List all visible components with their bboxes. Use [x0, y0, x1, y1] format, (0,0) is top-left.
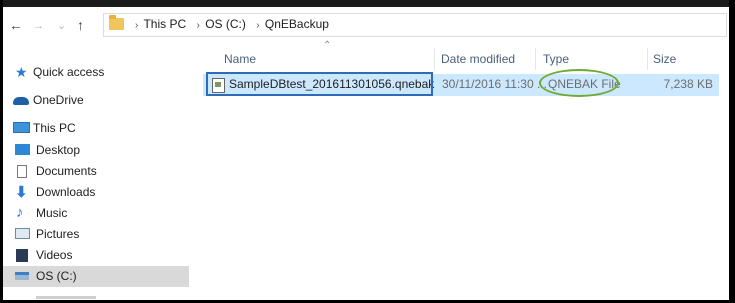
sidebar-item-label: Documents [36, 164, 97, 178]
navigation-pane: ★ Quick access OneDrive This PC Desktop … [3, 48, 189, 300]
video-icon [16, 249, 28, 262]
column-header-size[interactable]: Size [653, 52, 676, 66]
sidebar-item-label: Pictures [36, 227, 80, 241]
file-list: ⌃ Name Date modified Type Size SampleDBt… [203, 40, 729, 300]
sidebar-item-videos[interactable]: Videos [3, 245, 189, 266]
sidebar-item-label: OS (C:) [36, 269, 77, 283]
download-arrow-icon: ⬇ [15, 184, 28, 201]
up-arrow-icon[interactable]: ↑ [77, 16, 84, 34]
breadcrumb-item[interactable]: OS (C:) [205, 17, 246, 31]
sidebar-item-label: Quick access [33, 65, 105, 79]
file-date: 30/11/2016 11:30 ... [442, 77, 547, 91]
file-size: 7,238 KB [663, 77, 713, 91]
pictures-icon [15, 228, 30, 239]
sidebar-item-label: Desktop [36, 143, 81, 157]
chevron-right-icon: › [196, 20, 200, 31]
chevron-right-icon: › [135, 20, 139, 31]
sidebar-item-this-pc[interactable]: This PC [3, 118, 189, 139]
column-divider[interactable] [647, 48, 648, 70]
drive-icon [15, 272, 29, 280]
sidebar-item-onedrive[interactable]: OneDrive [3, 90, 189, 111]
table-row[interactable]: SampleDBtest_201611301056.qnebak 30/11/2… [203, 69, 719, 97]
sidebar-item-desktop[interactable]: Desktop [3, 140, 189, 161]
sidebar-item-os-c[interactable]: OS (C:) [3, 266, 189, 287]
computer-icon [13, 122, 30, 133]
sidebar-item-documents[interactable]: Documents [3, 161, 189, 182]
breadcrumb: › This PC › OS (C:) › QnEBackup [130, 17, 331, 31]
breadcrumb-item[interactable]: QnEBackup [265, 17, 329, 31]
sidebar-item-music[interactable]: ♪ Music [3, 203, 189, 224]
chevron-right-icon: › [256, 20, 260, 31]
folder-icon [109, 15, 124, 30]
highlight-box [206, 72, 433, 96]
back-arrow-icon[interactable]: ← [9, 16, 23, 34]
sidebar-item-label: Music [36, 206, 68, 220]
column-header-name[interactable]: Name [224, 52, 256, 66]
sidebar-item-label: This PC [33, 121, 76, 135]
documents-icon [17, 165, 27, 178]
title-strip [3, 0, 729, 7]
sidebar-item-label: Downloads [36, 185, 96, 199]
sidebar-item-clipped[interactable] [3, 288, 189, 300]
highlight-ellipse [539, 69, 619, 97]
desktop-icon [15, 144, 30, 155]
recent-dropdown-icon[interactable]: ⌄ [57, 17, 66, 35]
sidebar-item-quick-access[interactable]: ★ Quick access [3, 62, 189, 83]
column-divider[interactable] [535, 48, 536, 70]
sidebar-item-label: OneDrive [33, 93, 84, 107]
star-icon: ★ [15, 64, 28, 80]
sidebar-item-downloads[interactable]: ⬇ Downloads [3, 182, 189, 203]
forward-arrow-icon[interactable]: → [33, 17, 44, 35]
music-note-icon: ♪ [16, 204, 24, 221]
cloud-icon [13, 97, 29, 105]
clipped-label [36, 296, 96, 299]
sidebar-item-pictures[interactable]: Pictures [3, 224, 189, 245]
sidebar-item-label: Videos [36, 248, 73, 262]
address-field[interactable]: › This PC › OS (C:) › QnEBackup [103, 13, 727, 37]
column-header-date[interactable]: Date modified [441, 52, 515, 66]
address-bar-row: ← → ⌄ ↑ › This PC › OS (C:) › QnEBackup [3, 12, 729, 38]
breadcrumb-item[interactable]: This PC [143, 17, 186, 31]
sort-ascending-icon: ⌃ [323, 40, 332, 51]
file-explorer-window: ← → ⌄ ↑ › This PC › OS (C:) › QnEBackup … [3, 0, 729, 300]
column-divider[interactable] [434, 48, 435, 70]
column-header-type[interactable]: Type [543, 52, 569, 66]
